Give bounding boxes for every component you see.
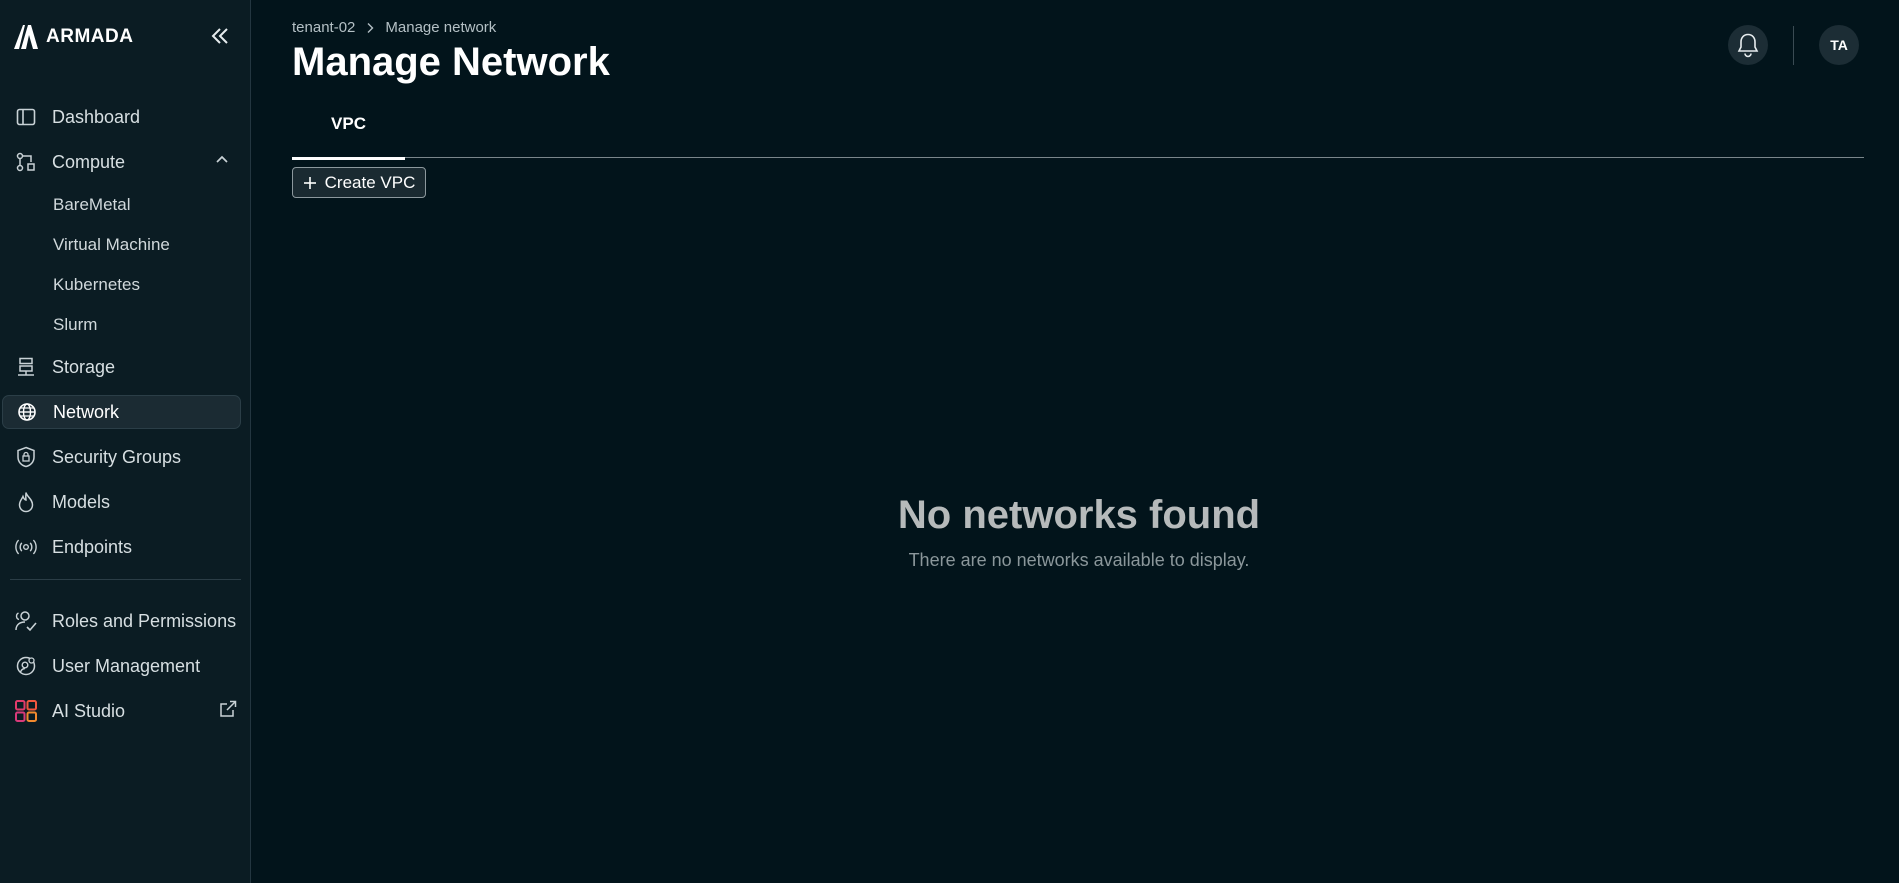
sidebar-item-label: Compute: [52, 151, 126, 172]
sidebar-item-label: Roles and Permissions: [52, 610, 237, 631]
storage-icon: [14, 355, 38, 379]
sidebar-item-user-management[interactable]: User Management: [2, 649, 241, 683]
ai-studio-grid-icon: [14, 699, 38, 723]
armada-logo-icon: [14, 25, 38, 49]
sidebar-item-storage[interactable]: Storage: [2, 350, 241, 384]
sidebar: ARMADA Dashboard Compute BareMetal Virtu…: [0, 0, 251, 883]
app-root: ARMADA Dashboard Compute BareMetal Virtu…: [0, 0, 1899, 883]
brand-logo[interactable]: ARMADA: [12, 24, 133, 50]
flame-icon: [14, 490, 38, 514]
plus-icon: [303, 176, 316, 189]
notifications-button[interactable]: [1728, 25, 1768, 65]
sidebar-item-models[interactable]: Models: [2, 485, 241, 519]
sidebar-subitem-kubernetes[interactable]: Kubernetes: [0, 270, 251, 300]
create-vpc-button[interactable]: Create VPC: [292, 167, 426, 198]
sidebar-item-dashboard[interactable]: Dashboard: [2, 100, 241, 134]
sidebar-item-label: Endpoints: [52, 536, 133, 557]
sidebar-item-label: AI Studio: [52, 700, 126, 721]
tab-vpc[interactable]: VPC: [292, 104, 405, 160]
sidebar-item-label: User Management: [52, 655, 201, 676]
sidebar-item-ai-studio[interactable]: AI Studio: [2, 694, 241, 728]
breadcrumb: tenant-02 Manage network: [292, 19, 496, 36]
empty-state-title: No networks found: [897, 493, 1261, 537]
compute-icon: [14, 150, 38, 174]
sidebar-item-label: Models: [52, 491, 111, 512]
globe-icon: [15, 400, 39, 424]
sidebar-subitem-slurm[interactable]: Slurm: [0, 310, 251, 340]
external-link-icon: [220, 700, 237, 717]
sidebar-item-label: Security Groups: [52, 446, 182, 467]
user-gear-icon: [14, 654, 38, 678]
main-content: tenant-02 Manage network Manage Network …: [251, 0, 1899, 883]
empty-state: No networks found There are no networks …: [251, 493, 1827, 571]
chevrons-left-icon: [211, 28, 228, 44]
sidebar-nav: Dashboard Compute BareMetal Virtual Mach…: [0, 100, 251, 739]
sidebar-subitem-virtual-machine[interactable]: Virtual Machine: [0, 230, 251, 260]
tab-bar: VPC: [292, 104, 1864, 160]
page-title: Manage Network: [292, 40, 610, 84]
sidebar-item-label: Storage: [52, 356, 116, 377]
chevron-up-icon: [216, 155, 228, 163]
header-divider: [1793, 26, 1794, 65]
breadcrumb-current: Manage network: [385, 19, 497, 36]
collapse-sidebar-button[interactable]: [208, 24, 232, 48]
dashboard-icon: [14, 105, 38, 129]
user-avatar[interactable]: TA: [1819, 25, 1859, 65]
sidebar-item-network[interactable]: Network: [2, 395, 241, 429]
sidebar-item-label: Dashboard: [52, 106, 141, 127]
chevron-right-icon: [367, 22, 374, 33]
sidebar-item-endpoints[interactable]: Endpoints: [2, 530, 241, 564]
breadcrumb-parent-link[interactable]: tenant-02: [292, 19, 355, 36]
sidebar-subitem-baremetal[interactable]: BareMetal: [0, 190, 251, 220]
sidebar-item-compute[interactable]: Compute: [2, 145, 241, 179]
sidebar-item-label: Network: [53, 401, 120, 422]
shield-lock-icon: [14, 445, 38, 469]
empty-state-subtitle: There are no networks available to displ…: [908, 550, 1250, 570]
sidebar-item-security-groups[interactable]: Security Groups: [2, 440, 241, 474]
broadcast-icon: [14, 535, 38, 559]
brand-name: ARMADA: [46, 26, 134, 47]
sidebar-divider: [10, 579, 241, 580]
create-vpc-label: Create VPC: [324, 172, 416, 192]
sidebar-item-roles-and-permissions[interactable]: Roles and Permissions: [2, 604, 241, 638]
bell-icon: [1737, 33, 1759, 58]
users-check-icon: [14, 609, 38, 633]
